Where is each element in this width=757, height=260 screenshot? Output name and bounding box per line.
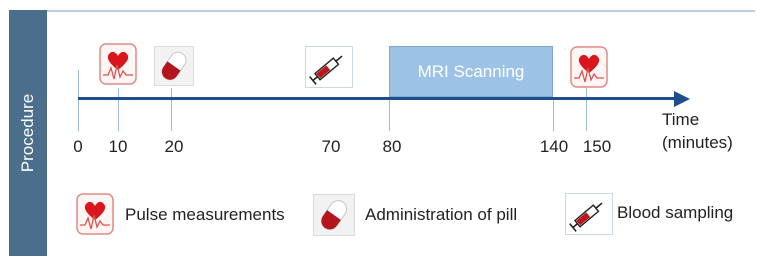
tick-label: 150 [582, 137, 612, 156]
heart-pulse-icon [99, 43, 137, 85]
axis-title: Time (minutes) [662, 108, 733, 154]
legend-label-blood: Blood sampling [617, 203, 734, 222]
axis-title-line2: (minutes) [662, 133, 733, 152]
pill-capsule-icon [154, 46, 194, 86]
tick-mark [586, 88, 587, 131]
tick-label: 70 [321, 137, 341, 156]
tick-mark [78, 70, 79, 131]
top-divider [47, 10, 755, 12]
axis-title-line1: Time [662, 110, 700, 129]
legend-label-pill: Administration of pill [365, 205, 518, 224]
tick-label: 140 [539, 137, 569, 156]
axis-arrow-icon [674, 91, 690, 107]
legend-pill-capsule-icon [313, 193, 355, 237]
procedure-timeline: Procedure MRI Scanning 0 10 20 70 80 140… [0, 0, 757, 260]
heart-pulse-icon [570, 46, 608, 88]
tick-mark [553, 97, 554, 131]
syringe-icon [305, 46, 353, 88]
tick-mark [389, 97, 390, 131]
tick-label: 10 [108, 137, 128, 156]
tick-mark [118, 88, 119, 131]
legend-heart-pulse-icon [76, 193, 114, 235]
tick-label: 80 [382, 137, 402, 156]
legend-syringe-icon [564, 193, 614, 235]
tick-mark [171, 88, 172, 131]
time-axis [78, 97, 676, 100]
mri-scanning-block: MRI Scanning [389, 46, 553, 97]
legend-label-pulse: Pulse measurements [125, 205, 285, 224]
side-label: Procedure [18, 93, 37, 173]
tick-label: 0 [73, 137, 83, 156]
tick-label: 20 [164, 137, 184, 156]
